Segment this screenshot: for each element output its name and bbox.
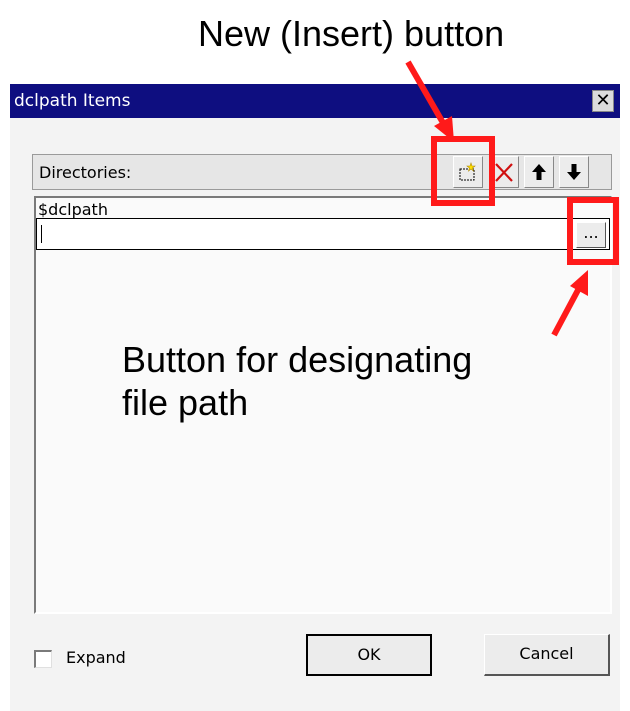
annotation-path-line2: file path — [122, 382, 249, 424]
expand-checkbox[interactable] — [34, 650, 52, 668]
annotation-path-button: Button for designating file path — [122, 338, 472, 424]
expand-label[interactable]: Expand — [66, 648, 126, 667]
dialog-title: dclpath Items — [14, 91, 131, 111]
annotation-new-button: New (Insert) button — [198, 13, 505, 54]
list-item[interactable]: $dclpath — [38, 200, 108, 219]
arrow-down-icon — [567, 164, 581, 180]
arrow-up-icon — [532, 164, 546, 180]
directories-label: Directories: — [39, 163, 132, 182]
highlight-new-button — [431, 136, 495, 206]
move-down-button[interactable] — [559, 156, 589, 188]
path-edit-field[interactable]: ... — [36, 218, 610, 250]
text-caret — [41, 225, 42, 243]
cancel-button[interactable]: Cancel — [484, 634, 610, 676]
annotation-path-line1: Button for designating — [122, 339, 473, 380]
ok-button[interactable]: OK — [306, 634, 432, 676]
highlight-path-button — [567, 197, 619, 265]
dialog-titlebar: dclpath Items ✕ — [10, 84, 620, 118]
delete-x-icon — [495, 163, 513, 182]
directories-header: Directories: — [32, 154, 612, 190]
move-up-button[interactable] — [524, 156, 554, 188]
page: New (Insert) button dclpath Items ✕ Dire… — [0, 0, 630, 711]
close-button[interactable]: ✕ — [592, 90, 614, 112]
